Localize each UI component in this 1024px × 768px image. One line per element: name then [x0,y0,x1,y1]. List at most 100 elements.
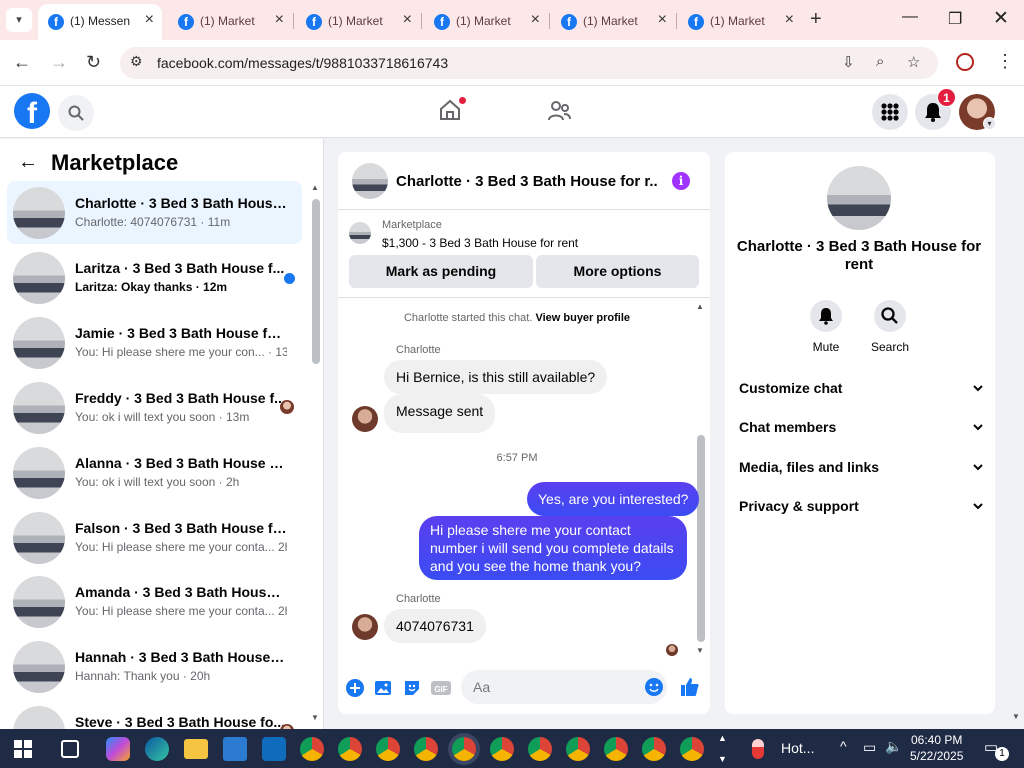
browser-tab[interactable]: f (1) Market × [551,6,675,36]
scroll-down-arrow-icon[interactable]: ▼ [311,713,319,722]
conversation-item[interactable]: Steve · 3 Bed 3 Bath House fo... [7,700,302,729]
outgoing-message[interactable]: Yes, are you interested? [527,482,700,516]
mute-button[interactable]: Mute [796,300,856,354]
browser-menu-icon[interactable]: ⋮ [996,51,1014,72]
taskbar-scroll-up-icon[interactable]: ▲ [718,733,727,743]
facebook-logo-icon[interactable]: f [14,93,50,129]
tab-search-chevron-icon[interactable]: ▾ [6,8,32,32]
scroll-up-arrow-icon[interactable]: ▲ [696,302,704,311]
scroll-down-arrow-icon[interactable]: ▼ [696,646,704,655]
message-input[interactable] [461,670,667,704]
copilot-icon[interactable] [106,737,130,761]
close-tab-icon[interactable]: × [658,11,667,29]
browser-tab[interactable]: f (1) Market × [678,6,802,36]
close-window-icon[interactable]: ✕ [993,7,1009,30]
restore-icon[interactable]: ❐ [948,9,962,29]
close-tab-icon[interactable]: × [145,11,154,29]
search-in-chat-button[interactable]: Search [860,300,920,354]
browser-tab[interactable]: f (1) Market × [424,6,548,36]
conversation-item[interactable]: Jamie · 3 Bed 3 Bath House for r... You:… [7,311,302,374]
install-app-icon[interactable]: ⇩ [842,53,855,71]
chrome-icon[interactable] [338,737,362,761]
volume-icon[interactable]: 🔈 [885,738,902,755]
show-hidden-icons-icon[interactable]: ^ [840,738,847,754]
close-tab-icon[interactable]: × [785,11,794,29]
search-button[interactable] [58,95,94,131]
chat-listing-thumbnail[interactable] [352,163,388,199]
zoom-icon[interactable]: ⌕ [876,53,884,70]
chrome-icon[interactable] [452,737,476,761]
weather-text[interactable]: Hot... [781,740,814,756]
chrome-icon[interactable] [680,737,704,761]
reload-icon[interactable]: ↻ [86,52,101,73]
browser-profile-icon[interactable] [956,53,974,71]
photo-icon[interactable] [374,679,392,697]
outlook-icon[interactable] [262,737,286,761]
site-info-icon[interactable]: ⚙ [130,53,143,70]
conversation-item[interactable]: Alanna · 3 Bed 3 Bath House for... You: … [7,441,302,504]
menu-grid-button[interactable] [872,94,908,130]
store-icon[interactable] [223,737,247,761]
close-tab-icon[interactable]: × [403,11,412,29]
close-tab-icon[interactable]: × [275,11,284,29]
plus-circle-icon[interactable] [346,679,364,697]
chrome-icon[interactable] [490,737,514,761]
listing-large-thumbnail[interactable] [827,166,891,230]
url-text[interactable]: facebook.com/messages/t/9881033718616743 [157,55,448,71]
network-icon[interactable]: ▭ [863,739,876,756]
chrome-icon[interactable] [376,737,400,761]
sticker-icon[interactable] [403,679,421,697]
chrome-icon[interactable] [528,737,552,761]
incoming-message[interactable]: Message sent [384,394,496,433]
task-view-icon[interactable] [61,740,79,758]
browser-tab[interactable]: f (1) Messen × [38,4,162,40]
chrome-icon[interactable] [300,737,324,761]
thermometer-icon[interactable] [752,739,764,759]
page-scroll-down-arrow-icon[interactable]: ▼ [1012,712,1020,721]
chat-scrollbar[interactable] [697,435,705,642]
file-explorer-icon[interactable] [184,739,208,759]
scroll-up-arrow-icon[interactable]: ▲ [311,183,319,192]
incoming-message[interactable]: 4074076731 [384,609,486,643]
emoji-icon[interactable] [645,678,663,696]
url-field[interactable]: ⚙ facebook.com/messages/t/98810337186167… [120,47,938,79]
like-thumbs-up-icon[interactable] [680,677,700,697]
conversation-item[interactable]: Laritza · 3 Bed 3 Bath House f... Laritz… [7,246,302,309]
chrome-icon[interactable] [414,737,438,761]
gif-icon[interactable]: GIF [431,679,451,697]
forward-icon[interactable]: → [50,52,68,73]
conversation-item[interactable]: Falson · 3 Bed 3 Bath House for ... You:… [7,506,302,569]
mark-as-pending-button[interactable]: Mark as pending [349,255,533,288]
chat-title[interactable]: Charlotte · 3 Bed 3 Bath House for r... [396,173,658,190]
minimize-icon[interactable]: — [902,8,918,26]
customize-chat-section[interactable]: Customize chat [739,380,984,404]
system-clock[interactable]: 06:40 PM 5/22/2025 [910,732,963,764]
browser-tab[interactable]: f (1) Market × [168,6,292,36]
windows-start-icon[interactable] [14,740,32,758]
back-icon[interactable]: ← [13,52,31,73]
conversation-item[interactable]: Amanda · 3 Bed 3 Bath House f... You: Hi… [7,570,302,633]
outgoing-message[interactable]: Hi please shere me your contact number i… [419,516,687,580]
close-tab-icon[interactable]: × [531,11,540,29]
media-files-links-section[interactable]: Media, files and links [739,459,984,483]
friends-icon[interactable] [547,100,571,125]
edge-icon[interactable] [145,737,169,761]
incoming-message[interactable]: Hi Bernice, is this still available? [384,360,608,394]
browser-tab[interactable]: f (1) Market × [296,6,420,36]
chevron-down-icon[interactable]: ▾ [983,117,996,130]
conversation-list-scrollbar[interactable] [312,199,320,364]
listing-price-title[interactable]: $1,300 - 3 Bed 3 Bath House for rent [382,236,578,250]
taskbar-scroll-down-icon[interactable]: ▼ [718,754,727,764]
info-icon[interactable]: i [672,172,690,190]
privacy-support-section[interactable]: Privacy & support [739,498,984,522]
chrome-icon[interactable] [566,737,590,761]
chat-members-section[interactable]: Chat members [739,419,984,443]
bookmark-star-icon[interactable]: ☆ [907,53,920,71]
conversation-item[interactable]: Freddy · 3 Bed 3 Bath House f... You: ok… [7,376,302,439]
chrome-icon[interactable] [642,737,666,761]
view-buyer-profile-link[interactable]: View buyer profile [535,312,630,324]
new-tab-icon[interactable]: + [810,8,822,31]
sender-avatar[interactable] [352,406,378,432]
chrome-icon[interactable] [604,737,628,761]
conversation-item[interactable]: Hannah · 3 Bed 3 Bath House fo... Hannah… [7,635,302,698]
